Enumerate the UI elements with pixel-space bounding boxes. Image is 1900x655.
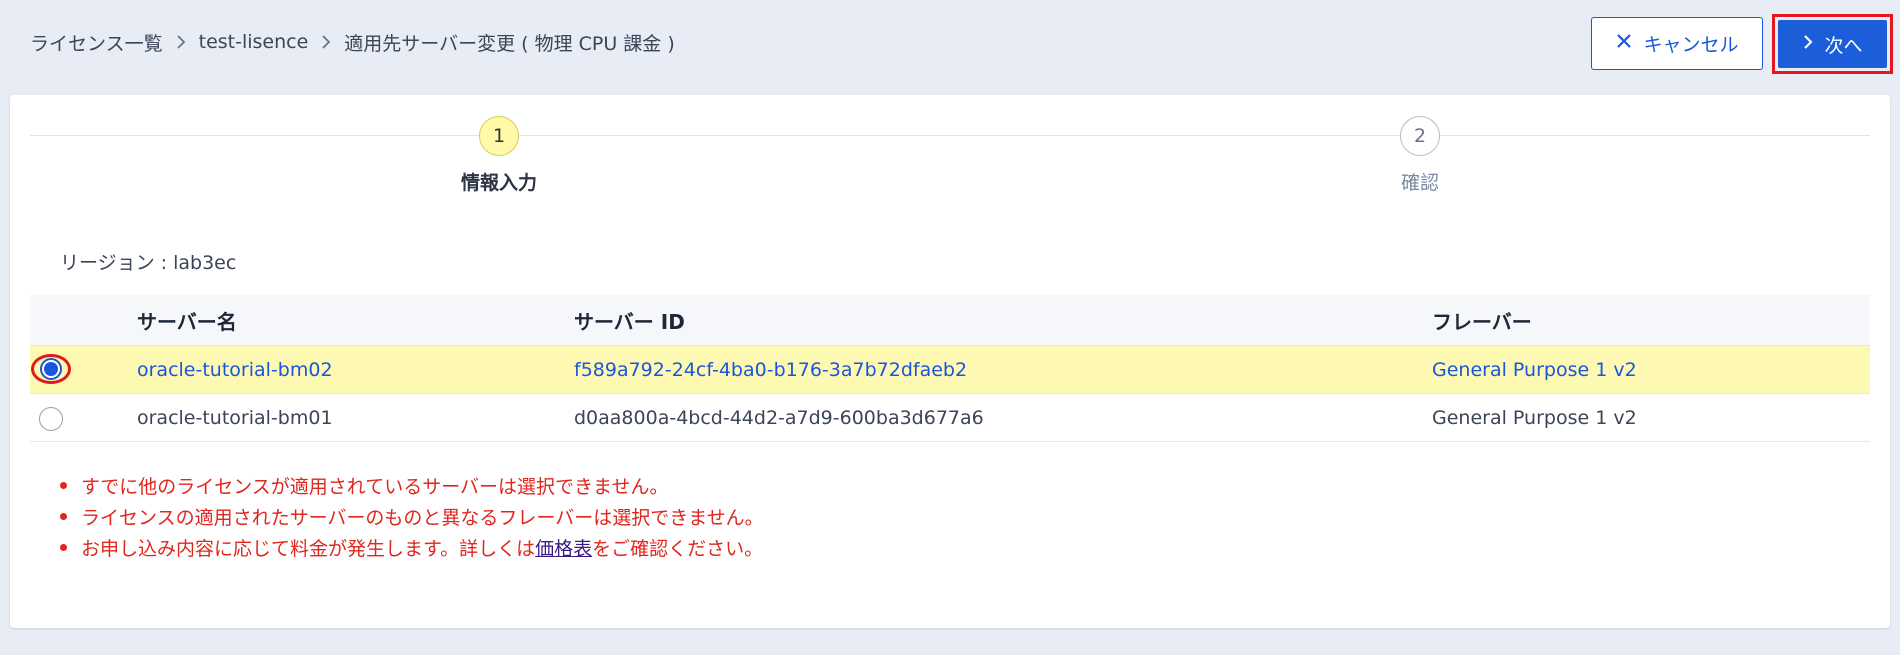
note-text: をご確認ください。 — [592, 538, 764, 560]
step-input: 1 情報入力 — [419, 116, 579, 195]
close-icon — [1615, 32, 1633, 55]
note-text: お申し込み内容に応じて料金が発生します。詳しくは — [81, 538, 536, 560]
server-flavor: General Purpose 1 v2 — [1432, 406, 1637, 429]
note-item: ライセンスの適用されたサーバーのものと異なるフレーバーは選択できません。 — [60, 501, 764, 532]
server-radio[interactable] — [39, 407, 63, 431]
cancel-button[interactable]: キャンセル — [1591, 17, 1763, 70]
next-button-label: 次へ — [1824, 34, 1863, 57]
bullet — [60, 544, 67, 551]
breadcrumb-current-page: 適用先サーバー変更 ( 物理 CPU 課金 ) — [344, 32, 675, 55]
column-header-server-id: サーバー ID — [574, 309, 685, 334]
step-number: 2 — [1400, 116, 1440, 156]
breadcrumb-license-list[interactable]: ライセンス一覧 — [30, 29, 163, 56]
chevron-right-icon — [163, 34, 199, 50]
step-number: 1 — [479, 116, 519, 156]
note-text: すでに他のライセンスが適用されているサーバーは選択できません。 — [81, 476, 669, 498]
next-button[interactable]: 次へ — [1778, 20, 1887, 68]
table-row[interactable]: oracle-tutorial-bm02 f589a792-24cf-4ba0-… — [30, 346, 1870, 394]
row-radio-cell — [30, 394, 137, 441]
price-list-link[interactable]: 価格表 — [535, 534, 592, 561]
page-header: ライセンス一覧 test-lisence 適用先サーバー変更 ( 物理 CPU … — [0, 0, 1900, 90]
header-radio-cell — [30, 295, 137, 345]
stepper-line — [30, 135, 1870, 136]
server-radio-selected[interactable] — [40, 358, 62, 380]
main-card: 1 情報入力 2 確認 リージョン : lab3ec サーバー名 サーバー ID… — [10, 95, 1890, 628]
note-item: お申し込み内容に応じて料金が発生します。詳しくは 価格表 をご確認ください。 — [60, 532, 764, 563]
note-text: ライセンスの適用されたサーバーのものと異なるフレーバーは選択できません。 — [81, 507, 764, 529]
server-table: サーバー名 サーバー ID フレーバー oracle-tutorial-bm02… — [30, 295, 1870, 442]
breadcrumb: ライセンス一覧 test-lisence 適用先サーバー変更 ( 物理 CPU … — [30, 28, 675, 56]
cancel-button-label: キャンセル — [1643, 34, 1739, 56]
step-confirm: 2 確認 — [1340, 116, 1500, 195]
breadcrumb-license-detail[interactable]: test-lisence — [199, 31, 309, 53]
step-label: 確認 — [1400, 172, 1439, 194]
notes-list: すでに他のライセンスが適用されているサーバーは選択できません。 ライセンスの適用… — [60, 470, 764, 563]
next-button-highlight: 次へ — [1772, 14, 1893, 74]
radio-highlight — [31, 354, 71, 384]
column-header-flavor: フレーバー — [1432, 309, 1532, 334]
server-name: oracle-tutorial-bm02 — [137, 358, 333, 381]
bullet — [60, 482, 67, 489]
bullet — [60, 513, 67, 520]
server-id: f589a792-24cf-4ba0-b176-3a7b72dfaeb2 — [574, 358, 968, 381]
table-row[interactable]: oracle-tutorial-bm01 d0aa800a-4bcd-44d2-… — [30, 394, 1870, 442]
server-flavor: General Purpose 1 v2 — [1432, 358, 1637, 381]
server-name: oracle-tutorial-bm01 — [137, 406, 333, 429]
row-radio-cell — [30, 346, 137, 393]
region-label: リージョン : lab3ec — [60, 252, 237, 274]
table-header: サーバー名 サーバー ID フレーバー — [30, 295, 1870, 346]
note-item: すでに他のライセンスが適用されているサーバーは選択できません。 — [60, 470, 764, 501]
chevron-right-icon — [308, 34, 344, 50]
server-id: d0aa800a-4bcd-44d2-a7d9-600ba3d677a6 — [574, 406, 984, 429]
step-label: 情報入力 — [460, 172, 537, 194]
column-header-server-name: サーバー名 — [137, 309, 237, 334]
chevron-right-icon — [1802, 33, 1814, 55]
